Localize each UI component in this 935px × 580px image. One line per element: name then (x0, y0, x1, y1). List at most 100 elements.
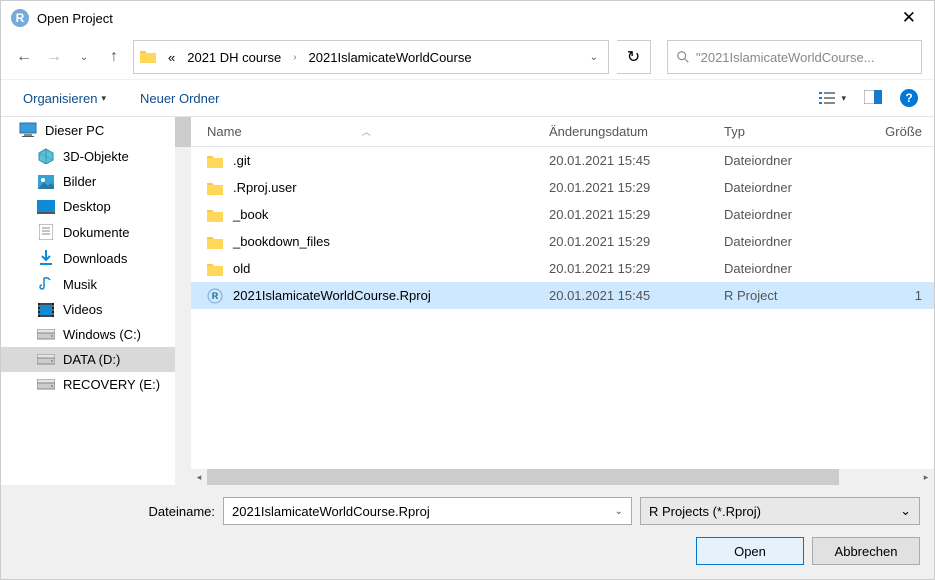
search-input[interactable]: "2021IslamicateWorldCourse... (667, 40, 922, 74)
horizontal-scrollbar[interactable]: ◂ ▸ (191, 469, 934, 485)
tree-item-label: RECOVERY (E:) (63, 377, 160, 392)
music-icon (37, 276, 55, 292)
file-row[interactable]: old20.01.2021 15:29Dateiordner (191, 255, 934, 282)
drive-icon (37, 354, 55, 366)
col-name-header[interactable]: Name ︿ (207, 124, 549, 139)
folder-icon (140, 49, 156, 66)
sidebar: Dieser PC 3D-Objekte Bilder Desktop Dokument… (1, 117, 191, 485)
3d-icon (37, 148, 55, 164)
file-name: _book (233, 207, 549, 222)
filename-input[interactable]: 2021IslamicateWorldCourse.Rproj ⌄ (223, 497, 632, 525)
documents-icon (37, 224, 55, 240)
window-title: Open Project (37, 11, 113, 26)
help-icon[interactable]: ? (900, 89, 918, 107)
chevron-down-icon: ▾ (101, 93, 106, 104)
forward-button: → (43, 46, 65, 68)
col-size-header[interactable]: Größe (874, 124, 934, 139)
toolbar: Organisieren ▾ Neuer Ordner ▾ ? (1, 79, 934, 117)
filename-dropdown[interactable]: ⌄ (615, 506, 623, 517)
tree-item-label: 3D-Objekte (63, 149, 129, 164)
tree-item-label: Bilder (63, 174, 96, 189)
tree-item-label: Musik (63, 277, 97, 292)
back-button[interactable]: ← (13, 46, 35, 68)
recent-dropdown[interactable]: ⌄ (73, 46, 95, 68)
file-date: 20.01.2021 15:29 (549, 234, 724, 249)
downloads-icon (37, 250, 55, 266)
tree-item[interactable]: Dieser PC (1, 117, 191, 143)
desktop-icon (37, 200, 55, 214)
view-details-button[interactable]: ▾ (819, 91, 846, 105)
search-icon (676, 50, 690, 64)
tree-item[interactable]: DATA (D:) (1, 347, 191, 372)
file-name: old (233, 261, 549, 276)
tree-item[interactable]: RECOVERY (E:) (1, 372, 191, 397)
close-icon[interactable]: ✕ (894, 4, 924, 32)
folder-icon (207, 154, 233, 168)
col-date-header[interactable]: Änderungsdatum (549, 124, 724, 139)
col-type-header[interactable]: Typ (724, 124, 874, 139)
file-row[interactable]: R2021IslamicateWorldCourse.Rproj20.01.20… (191, 282, 934, 309)
tree-item-label: DATA (D:) (63, 352, 120, 367)
hscroll-left[interactable]: ◂ (191, 469, 207, 485)
file-name: _bookdown_files (233, 234, 549, 249)
file-row[interactable]: .Rproj.user20.01.2021 15:29Dateiordner (191, 174, 934, 201)
organize-button[interactable]: Organisieren ▾ (17, 87, 112, 110)
breadcrumb-current[interactable]: 2021IslamicateWorldCourse (303, 50, 478, 65)
cancel-button[interactable]: Abbrechen (812, 537, 920, 565)
breadcrumb-overflow[interactable]: « (162, 50, 181, 65)
pc-icon (19, 122, 37, 138)
tree-item-label: Videos (63, 302, 103, 317)
file-type: Dateiordner (724, 261, 874, 276)
search-placeholder: "2021IslamicateWorldCourse... (696, 50, 875, 65)
tree-item[interactable]: Downloads (1, 245, 191, 271)
pictures-icon (37, 175, 55, 189)
refresh-button[interactable]: ↻ (617, 40, 651, 74)
sidebar-scrollbar[interactable] (175, 117, 191, 485)
file-size: 1 (874, 288, 934, 303)
hscroll-right[interactable]: ▸ (918, 469, 934, 485)
filter-dropdown[interactable]: ⌄ (900, 503, 911, 519)
up-button[interactable]: ↑ (103, 46, 125, 68)
view-options: ▾ ? (819, 89, 918, 107)
file-row[interactable]: .git20.01.2021 15:45Dateiordner (191, 147, 934, 174)
address-dropdown[interactable]: ⌄ (580, 52, 608, 63)
tree-item[interactable]: 3D-Objekte (1, 143, 191, 169)
folder-icon (207, 262, 233, 276)
file-name: .git (233, 153, 549, 168)
footer: Dateiname: 2021IslamicateWorldCourse.Rpr… (1, 485, 934, 579)
address-bar[interactable]: « 2021 DH course › 2021IslamicateWorldCo… (133, 40, 609, 74)
tree-item[interactable]: Videos (1, 297, 191, 322)
tree-item[interactable]: Windows (C:) (1, 322, 191, 347)
filetype-filter[interactable]: R Projects (*.Rproj) ⌄ (640, 497, 920, 525)
tree-item-label: Desktop (63, 199, 111, 214)
file-type: Dateiordner (724, 234, 874, 249)
chevron-right-icon[interactable]: › (287, 52, 302, 63)
file-row[interactable]: _book20.01.2021 15:29Dateiordner (191, 201, 934, 228)
rproj-icon: R (207, 288, 233, 304)
tree-item[interactable]: Bilder (1, 169, 191, 194)
filename-label: Dateiname: (15, 504, 215, 519)
file-date: 20.01.2021 15:29 (549, 261, 724, 276)
preview-pane-button[interactable] (864, 90, 882, 107)
file-date: 20.01.2021 15:29 (549, 207, 724, 222)
file-type: Dateiordner (724, 207, 874, 222)
file-row[interactable]: _bookdown_files20.01.2021 15:29Dateiordn… (191, 228, 934, 255)
tree-item[interactable]: Dokumente (1, 219, 191, 245)
file-type: Dateiordner (724, 153, 874, 168)
file-date: 20.01.2021 15:45 (549, 153, 724, 168)
titlebar: R Open Project ✕ (1, 1, 934, 35)
svg-text:R: R (212, 291, 219, 301)
new-folder-button[interactable]: Neuer Ordner (140, 91, 219, 106)
videos-icon (37, 303, 55, 317)
folder-icon (207, 208, 233, 222)
tree-item-label: Windows (C:) (63, 327, 141, 342)
open-button[interactable]: Open (696, 537, 804, 565)
file-list: .git20.01.2021 15:45Dateiordner.Rproj.us… (191, 147, 934, 469)
file-name: .Rproj.user (233, 180, 549, 195)
tree-item[interactable]: Desktop (1, 194, 191, 219)
file-type: Dateiordner (724, 180, 874, 195)
tree-item-label: Dokumente (63, 225, 129, 240)
file-type: R Project (724, 288, 874, 303)
tree-item[interactable]: Musik (1, 271, 191, 297)
breadcrumb-parent[interactable]: 2021 DH course (181, 50, 287, 65)
